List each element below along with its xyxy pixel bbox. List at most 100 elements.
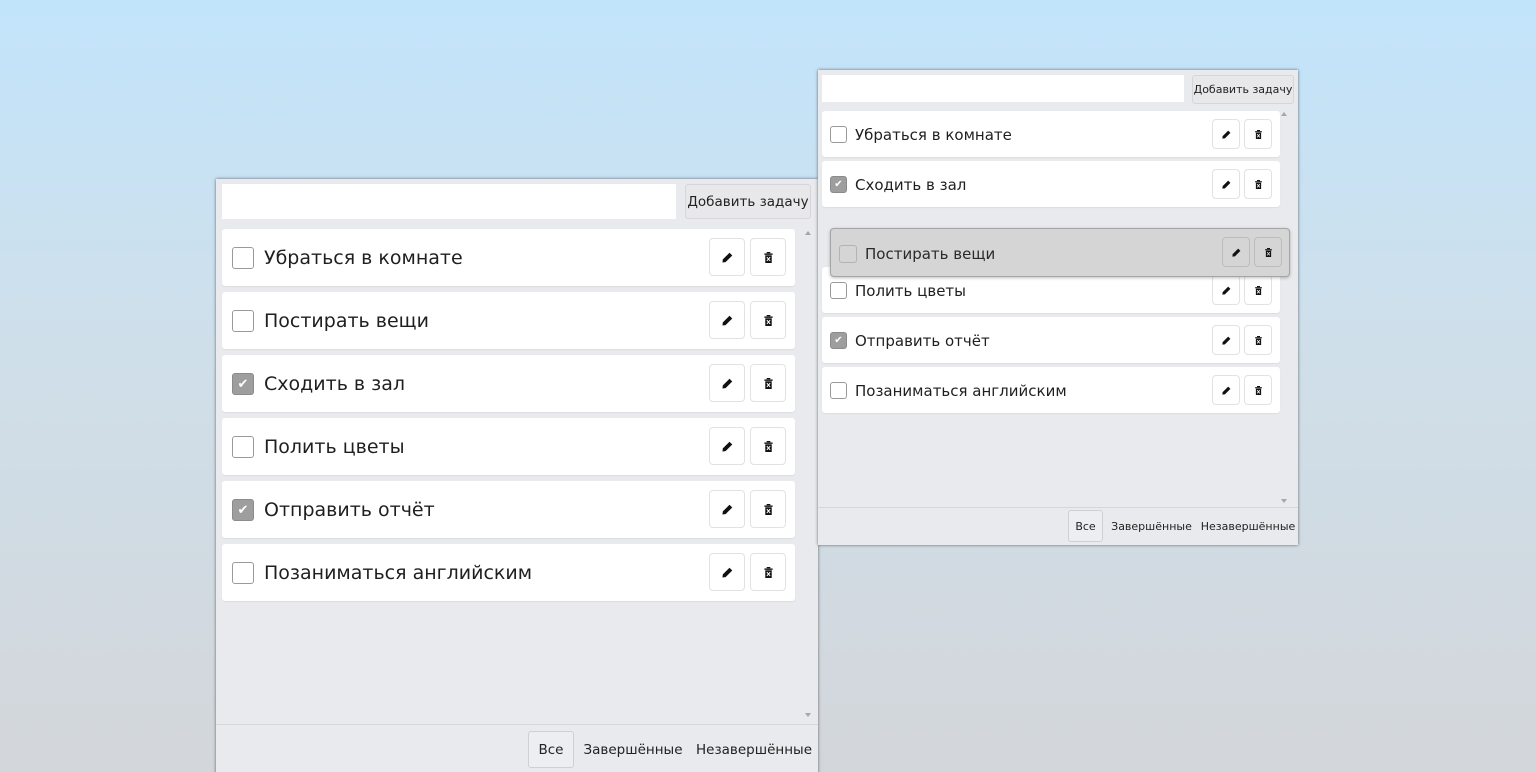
filter-bar: Все Завершённые Незавершённые	[818, 507, 1298, 545]
scrollbar[interactable]	[805, 231, 811, 717]
task-row[interactable]: ✔ Сходить в зал	[222, 355, 795, 412]
task-checkbox[interactable]: ✔	[232, 373, 254, 395]
task-checkbox[interactable]: ✔	[232, 562, 254, 584]
edit-task-button[interactable]	[1212, 119, 1240, 149]
scrollbar[interactable]	[1281, 112, 1287, 503]
dragging-task-row[interactable]: ✔ Постирать вещи	[830, 228, 1290, 277]
filter-completed-button[interactable]: Завершённые	[582, 731, 684, 768]
task-row[interactable]: ✔ Отправить отчёт	[222, 481, 795, 538]
scroll-up-arrow-icon[interactable]	[805, 231, 811, 235]
delete-task-button[interactable]	[750, 238, 786, 276]
task-checkbox[interactable]: ✔	[839, 245, 857, 263]
trash-icon	[1254, 179, 1262, 189]
trash-icon	[1254, 335, 1262, 345]
delete-task-button[interactable]	[1244, 375, 1272, 405]
trash-icon	[1254, 129, 1262, 139]
task-text: Сходить в зал	[855, 176, 967, 194]
scroll-down-arrow-icon[interactable]	[1281, 499, 1287, 503]
trash-icon	[1254, 285, 1262, 295]
delete-task-button[interactable]	[1244, 325, 1272, 355]
task-text: Постирать вещи	[865, 245, 996, 263]
delete-task-button[interactable]	[1254, 237, 1282, 267]
delete-task-button[interactable]	[1244, 169, 1272, 199]
task-checkbox[interactable]: ✔	[830, 382, 847, 399]
pencil-icon	[721, 504, 732, 515]
todo-window-left: Добавить задачу ✔ Убраться в комнате ✔ П…	[216, 179, 818, 772]
task-input[interactable]	[822, 75, 1184, 102]
edit-task-button[interactable]	[709, 238, 745, 276]
task-text: Позаниматься английским	[855, 382, 1067, 400]
pencil-icon	[1231, 248, 1240, 257]
add-task-button[interactable]: Добавить задачу	[685, 184, 811, 219]
task-row[interactable]: ✔ Постирать вещи	[222, 292, 795, 349]
task-text: Отправить отчёт	[855, 332, 990, 350]
trash-icon	[763, 251, 773, 263]
task-row[interactable]: ✔ Позаниматься английским	[822, 367, 1280, 413]
pencil-icon	[721, 252, 732, 263]
task-checkbox[interactable]: ✔	[232, 247, 254, 269]
task-text: Полить цветы	[264, 436, 405, 458]
task-checkbox[interactable]: ✔	[232, 499, 254, 521]
task-row[interactable]: ✔ Позаниматься английским	[222, 544, 795, 601]
edit-task-button[interactable]	[709, 490, 745, 528]
checkmark-icon: ✔	[237, 502, 249, 518]
pencil-icon	[1221, 336, 1230, 345]
task-text: Убраться в комнате	[264, 247, 463, 269]
edit-task-button[interactable]	[709, 301, 745, 339]
trash-icon	[763, 377, 773, 389]
task-row[interactable]: ✔ Полить цветы	[222, 418, 795, 475]
delete-task-button[interactable]	[750, 301, 786, 339]
task-row[interactable]: ✔ Отправить отчёт	[822, 317, 1280, 363]
task-checkbox[interactable]: ✔	[232, 310, 254, 332]
trash-icon	[763, 566, 773, 578]
filter-incomplete-button[interactable]: Незавершённые	[1201, 510, 1296, 542]
edit-task-button[interactable]	[1222, 237, 1250, 267]
filter-incomplete-button[interactable]: Незавершённые	[696, 731, 812, 768]
edit-task-button[interactable]	[1212, 325, 1240, 355]
checkmark-icon: ✔	[237, 376, 249, 392]
task-checkbox[interactable]: ✔	[830, 332, 847, 349]
task-checkbox[interactable]: ✔	[232, 436, 254, 458]
edit-task-button[interactable]	[709, 427, 745, 465]
edit-task-button[interactable]	[709, 553, 745, 591]
edit-task-button[interactable]	[709, 364, 745, 402]
edit-task-button[interactable]	[1212, 275, 1240, 305]
delete-task-button[interactable]	[750, 553, 786, 591]
pencil-icon	[1221, 386, 1230, 395]
trash-icon	[763, 440, 773, 452]
task-text: Постирать вещи	[264, 310, 429, 332]
delete-task-button[interactable]	[1244, 275, 1272, 305]
task-checkbox[interactable]: ✔	[830, 176, 847, 193]
task-row[interactable]: ✔ Убраться в комнате	[222, 229, 795, 286]
filter-completed-button[interactable]: Завершённые	[1110, 510, 1193, 542]
scroll-down-arrow-icon[interactable]	[805, 713, 811, 717]
delete-task-button[interactable]	[1244, 119, 1272, 149]
task-row[interactable]: ✔ Убраться в комнате	[822, 111, 1280, 157]
trash-icon	[1254, 385, 1262, 395]
filter-bar: Все Завершённые Незавершённые	[216, 724, 818, 772]
pencil-icon	[721, 441, 732, 452]
trash-icon	[763, 314, 773, 326]
filter-all-button[interactable]: Все	[1068, 510, 1103, 542]
task-text: Убраться в комнате	[855, 126, 1012, 144]
task-checkbox[interactable]: ✔	[830, 126, 847, 143]
task-text: Позаниматься английским	[264, 562, 533, 584]
task-text: Отправить отчёт	[264, 499, 435, 521]
task-checkbox[interactable]: ✔	[830, 282, 847, 299]
trash-icon	[1264, 247, 1272, 257]
task-row[interactable]: ✔ Сходить в зал	[822, 161, 1280, 207]
scroll-up-arrow-icon[interactable]	[1281, 112, 1287, 116]
todo-window-right: Добавить задачу ✔ Убраться в комнате ✔ С…	[818, 70, 1298, 545]
delete-task-button[interactable]	[750, 364, 786, 402]
add-task-button[interactable]: Добавить задачу	[1192, 75, 1294, 104]
pencil-icon	[721, 567, 732, 578]
edit-task-button[interactable]	[1212, 169, 1240, 199]
delete-task-button[interactable]	[750, 490, 786, 528]
task-input[interactable]	[222, 184, 676, 219]
pencil-icon	[1221, 286, 1230, 295]
filter-all-button[interactable]: Все	[528, 731, 574, 768]
trash-icon	[763, 503, 773, 515]
delete-task-button[interactable]	[750, 427, 786, 465]
edit-task-button[interactable]	[1212, 375, 1240, 405]
task-text: Полить цветы	[855, 282, 966, 300]
